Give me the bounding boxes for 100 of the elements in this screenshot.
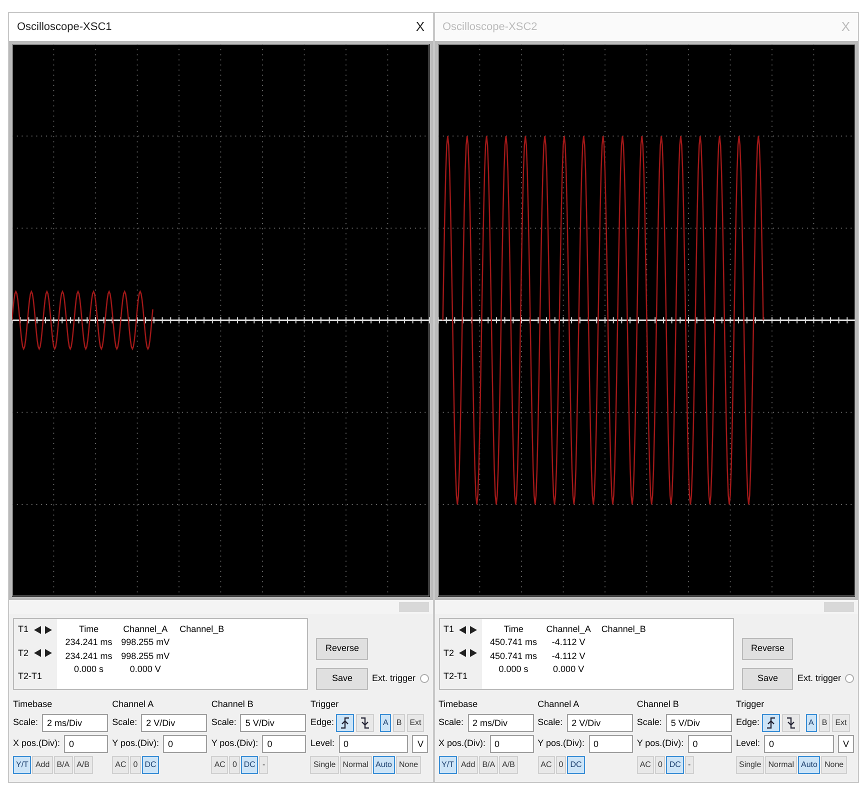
- save-button[interactable]: Save: [316, 668, 368, 690]
- trigger-mode-button[interactable]: Normal: [340, 756, 372, 774]
- source-button[interactable]: Ext: [406, 714, 424, 732]
- group-title: Channel A: [112, 698, 155, 710]
- source-button[interactable]: Ext: [832, 714, 850, 732]
- group-title: Channel B: [211, 698, 254, 710]
- source-button[interactable]: A: [806, 714, 817, 732]
- position-field[interactable]: 0: [64, 735, 108, 753]
- group-title: Channel B: [636, 698, 680, 710]
- source-button[interactable]: B: [393, 714, 405, 732]
- readout-value: 450.741 ms: [490, 650, 538, 662]
- scrollbar-thumb[interactable]: [824, 602, 854, 612]
- horizontal-scrollbar[interactable]: [434, 600, 858, 614]
- group-title: Trigger: [310, 698, 340, 711]
- trigger-mode-button[interactable]: Single: [736, 756, 764, 774]
- coupling-button[interactable]: AC: [112, 756, 130, 774]
- position-field[interactable]: 0: [490, 735, 534, 753]
- readout-value: 234.241 ms: [64, 636, 114, 649]
- trigger-mode-button[interactable]: Auto: [372, 756, 395, 774]
- position-field[interactable]: 0: [262, 735, 306, 753]
- field-label: Y pos.(Div):: [636, 737, 684, 750]
- readout-value: 998.255 mV: [121, 650, 170, 662]
- column-header: Channel_A: [545, 622, 592, 636]
- rising-edge-button[interactable]: [336, 714, 354, 732]
- trigger-mode-button[interactable]: Single: [310, 756, 339, 774]
- coupling-button[interactable]: 0: [229, 756, 240, 774]
- unit-field: V: [838, 735, 854, 753]
- field-label: X pos.(Div):: [13, 737, 60, 750]
- reverse-button[interactable]: Reverse: [742, 638, 794, 660]
- trigger-mode-button[interactable]: Normal: [765, 756, 798, 774]
- scale-field[interactable]: 2 ms/Div: [468, 714, 534, 732]
- mode-button[interactable]: Y/T: [438, 756, 457, 774]
- falling-edge-icon: [359, 716, 372, 730]
- field-label: Scale:: [112, 716, 138, 730]
- trigger-mode-button[interactable]: None: [396, 756, 422, 774]
- group-title: Trigger: [736, 698, 766, 711]
- mode-button[interactable]: B/A: [479, 756, 498, 774]
- scale-field[interactable]: 5 V/Div: [666, 714, 732, 732]
- group-title: Channel A: [538, 698, 580, 710]
- field-label: Edge:: [310, 716, 334, 730]
- coupling-button[interactable]: DC: [666, 756, 684, 774]
- position-field[interactable]: 0: [688, 735, 732, 753]
- coupling-button[interactable]: AC: [211, 756, 228, 774]
- mode-button[interactable]: Add: [458, 756, 478, 774]
- field-label: Level:: [736, 737, 760, 750]
- cursor-arrows-icon[interactable]: [458, 625, 478, 636]
- coupling-button[interactable]: 0: [654, 756, 666, 774]
- ext-trigger-radio[interactable]: [420, 674, 428, 684]
- coupling-button[interactable]: -: [684, 756, 694, 774]
- cursor-label: T2-T1: [18, 670, 42, 684]
- field-label: Level:: [310, 737, 335, 750]
- scale-field[interactable]: 2 V/Div: [141, 714, 208, 732]
- mode-button[interactable]: Add: [32, 756, 53, 774]
- group-title: Timebase: [438, 698, 479, 710]
- field-label: Scale:: [438, 716, 464, 730]
- position-field[interactable]: 0: [163, 735, 208, 753]
- scale-field[interactable]: 2 V/Div: [566, 714, 633, 732]
- source-button[interactable]: A: [380, 714, 392, 732]
- position-field[interactable]: 0: [588, 735, 633, 753]
- source-button[interactable]: B: [818, 714, 830, 732]
- mode-button[interactable]: A/B: [499, 756, 518, 774]
- coupling-button[interactable]: AC: [538, 756, 555, 774]
- field-label: Scale:: [13, 716, 38, 730]
- coupling-button[interactable]: AC: [636, 756, 654, 774]
- save-button[interactable]: Save: [742, 668, 794, 690]
- rising-edge-icon: [339, 716, 352, 730]
- coupling-button[interactable]: 0: [556, 756, 566, 774]
- window-title: Oscilloscope-XSC2: [442, 20, 538, 35]
- coupling-button[interactable]: DC: [240, 756, 258, 774]
- rising-edge-button[interactable]: [762, 714, 780, 732]
- scale-field[interactable]: 2 ms/Div: [42, 714, 108, 732]
- mode-button[interactable]: B/A: [54, 756, 73, 774]
- level-field[interactable]: 0: [338, 735, 408, 753]
- coupling-button[interactable]: -: [259, 756, 268, 774]
- close-button[interactable]: X: [416, 17, 424, 37]
- cursor-arrows-icon[interactable]: [32, 625, 53, 636]
- unit-field: V: [412, 735, 428, 753]
- reverse-button[interactable]: Reverse: [316, 638, 368, 660]
- mode-button[interactable]: A/B: [74, 756, 92, 774]
- cursor-arrows-icon[interactable]: [32, 648, 53, 658]
- trigger-mode-button[interactable]: None: [821, 756, 847, 774]
- coupling-button[interactable]: DC: [567, 756, 585, 774]
- readout-value: 998.255 mV: [121, 636, 170, 649]
- falling-edge-button[interactable]: [356, 714, 374, 732]
- coupling-button[interactable]: 0: [130, 756, 141, 774]
- scrollbar-thumb[interactable]: [398, 602, 428, 612]
- horizontal-scrollbar[interactable]: [9, 600, 432, 614]
- scale-field[interactable]: 5 V/Div: [240, 714, 306, 732]
- column-header: Channel_A: [122, 622, 169, 636]
- trigger-mode-button[interactable]: Auto: [798, 756, 820, 774]
- coupling-button[interactable]: DC: [142, 756, 160, 774]
- field-label: X pos.(Div):: [438, 737, 486, 750]
- cursor-arrows-icon[interactable]: [458, 648, 478, 658]
- level-field[interactable]: 0: [764, 735, 834, 753]
- ext-trigger-label: Ext. trigger: [372, 672, 416, 685]
- column-header: Time: [502, 622, 524, 636]
- window-title: Oscilloscope-XSC1: [17, 20, 112, 35]
- mode-button[interactable]: Y/T: [13, 756, 32, 774]
- falling-edge-button[interactable]: [782, 714, 800, 732]
- ext-trigger-radio[interactable]: [845, 674, 854, 684]
